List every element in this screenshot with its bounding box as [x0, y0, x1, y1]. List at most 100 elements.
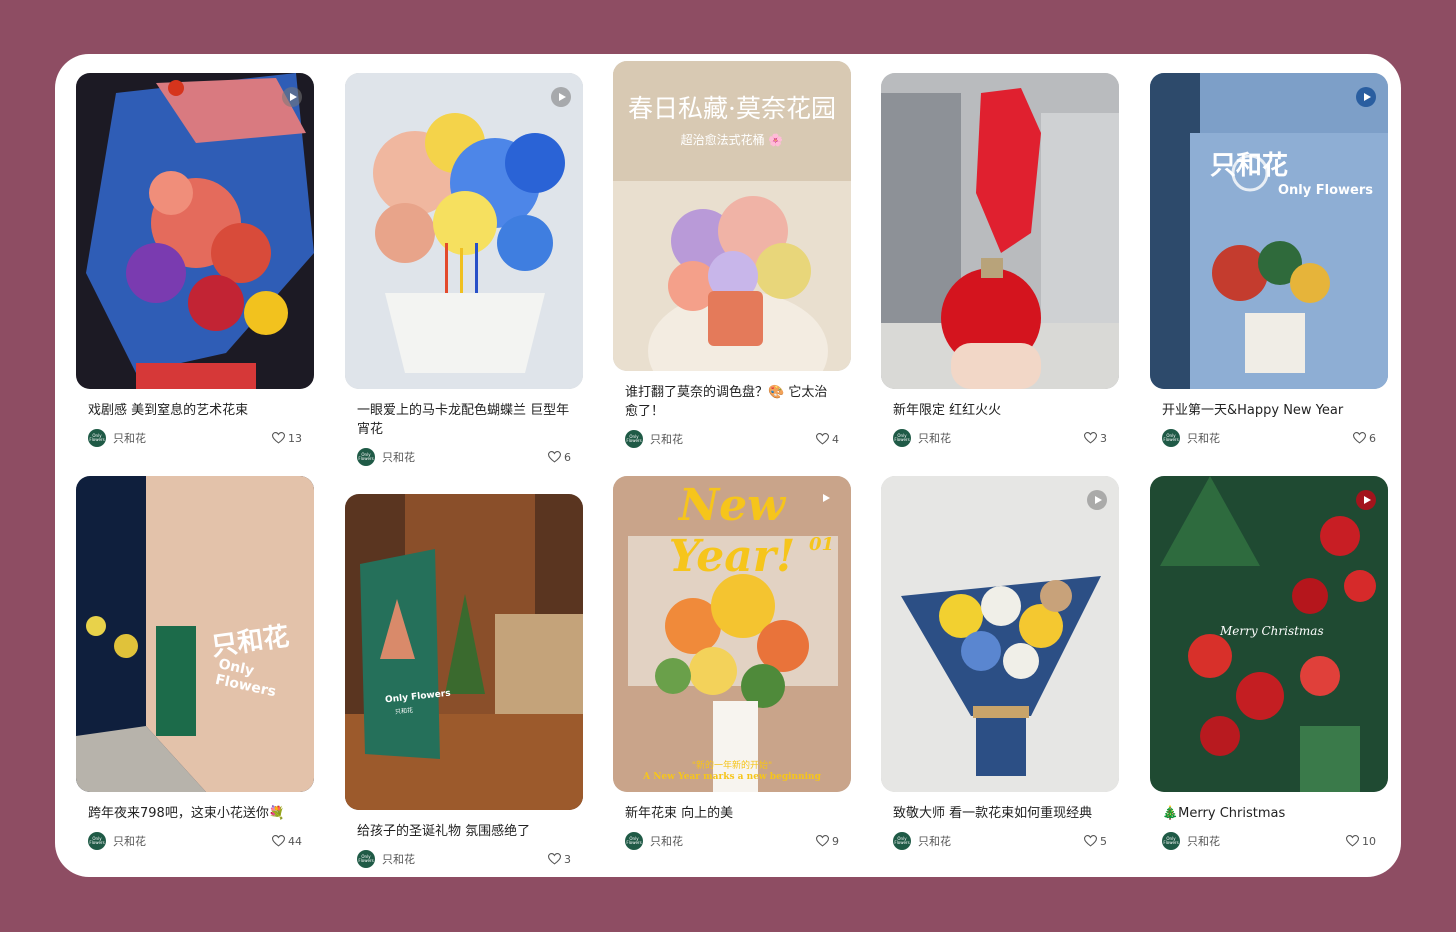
post-thumbnail[interactable]: [881, 73, 1119, 389]
post-card[interactable]: 只和花 Only Flowers 跨年夜来798吧，这束小花送你💐 Only F…: [76, 476, 314, 851]
heart-icon: [1084, 835, 1097, 847]
author-info[interactable]: Only Flowers 只和花: [625, 832, 683, 850]
post-thumbnail[interactable]: New Year! 01 "新的一年新的开始" A New Year marks…: [613, 476, 851, 792]
like-button[interactable]: 3: [548, 853, 571, 866]
author-info[interactable]: Only Flowers 只和花: [893, 429, 951, 447]
like-count: 13: [288, 431, 302, 445]
like-button[interactable]: 44: [272, 835, 302, 848]
like-count: 9: [832, 834, 839, 848]
post-card[interactable]: 只和花 Only Flowers 开业第一天&Happy New Year On…: [1150, 73, 1388, 448]
author-info[interactable]: Only Flowers 只和花: [88, 429, 146, 447]
author-info[interactable]: Only Flowers 只和花: [1162, 832, 1220, 850]
post-meta: Only Flowers 只和花 6: [1150, 428, 1388, 448]
author-name: 只和花: [382, 451, 415, 464]
author-avatar: Only Flowers: [88, 429, 106, 447]
author-avatar: Only Flowers: [1162, 429, 1180, 447]
post-title[interactable]: 开业第一天&Happy New Year: [1150, 401, 1388, 420]
post-overlay-subtitle: Only Flowers: [1278, 183, 1374, 198]
post-thumbnail[interactable]: 只和花 Only Flowers: [1150, 73, 1388, 389]
post-title[interactable]: 给孩子的圣诞礼物 氛围感绝了: [345, 822, 583, 841]
heart-icon: [1084, 432, 1097, 444]
author-avatar: Only Flowers: [1162, 832, 1180, 850]
gallery-frame: 戏剧感 美到窒息的艺术花束 Only Flowers 只和花 13 一眼爱上的马…: [55, 54, 1401, 877]
author-avatar: Only Flowers: [893, 832, 911, 850]
post-meta: Only Flowers 只和花 3: [881, 428, 1119, 448]
post-title[interactable]: 致敬大师 看一款花束如何重现经典: [881, 804, 1119, 823]
post-thumbnail[interactable]: Merry Christmas: [1150, 476, 1388, 792]
post-meta: Only Flowers 只和花 3: [345, 849, 583, 869]
author-name: 只和花: [650, 433, 683, 446]
post-meta: Only Flowers 只和花 5: [881, 831, 1119, 851]
post-meta: Only Flowers 只和花 9: [613, 831, 851, 851]
like-count: 6: [564, 450, 571, 464]
post-overlay-caption-en: A New Year marks a new beginning: [643, 772, 821, 782]
post-thumbnail[interactable]: Only Flowers 只和花: [345, 494, 583, 810]
post-meta: Only Flowers 只和花 44: [76, 831, 314, 851]
heart-icon: [548, 451, 561, 463]
video-play-icon: [282, 87, 302, 107]
post-overlay-subtitle: 超治愈法式花桶 🌸: [680, 133, 784, 147]
post-title[interactable]: 一眼爱上的马卡龙配色蝴蝶兰 巨型年宵花: [345, 401, 583, 439]
author-avatar: Only Flowers: [625, 430, 643, 448]
like-button[interactable]: 4: [816, 433, 839, 446]
like-button[interactable]: 6: [1353, 432, 1376, 445]
post-card[interactable]: 春日私藏·莫奈花园 超治愈法式花桶 🌸 谁打翻了莫奈的调色盘？🎨 它太治愈了！ …: [613, 61, 851, 449]
post-card[interactable]: 一眼爱上的马卡龙配色蝴蝶兰 巨型年宵花 Only Flowers 只和花 6: [345, 73, 583, 467]
like-count: 4: [832, 432, 839, 446]
like-button[interactable]: 9: [816, 835, 839, 848]
video-play-icon: [1356, 87, 1376, 107]
post-title[interactable]: 谁打翻了莫奈的调色盘？🎨 它太治愈了！: [613, 383, 851, 421]
post-title[interactable]: 跨年夜来798吧，这束小花送你💐: [76, 804, 314, 823]
post-thumbnail[interactable]: 只和花 Only Flowers: [76, 476, 314, 792]
like-count: 44: [288, 834, 302, 848]
heart-icon: [272, 432, 285, 444]
post-thumbnail[interactable]: [345, 73, 583, 389]
author-info[interactable]: Only Flowers 只和花: [357, 448, 415, 466]
heart-icon: [1346, 835, 1359, 847]
author-info[interactable]: Only Flowers 只和花: [357, 850, 415, 868]
author-avatar: Only Flowers: [625, 832, 643, 850]
like-button[interactable]: 10: [1346, 835, 1376, 848]
post-overlay-title: 春日私藏·莫奈花园: [628, 94, 836, 123]
author-name: 只和花: [1187, 432, 1220, 445]
post-overlay-subtitle: 只和花: [394, 707, 414, 716]
post-card[interactable]: New Year! 01 "新的一年新的开始" A New Year marks…: [613, 476, 851, 851]
post-card[interactable]: Only Flowers 只和花 给孩子的圣诞礼物 氛围感绝了 Only Flo…: [345, 494, 583, 869]
post-thumbnail[interactable]: 春日私藏·莫奈花园 超治愈法式花桶 🌸: [613, 61, 851, 371]
post-overlay-caption: "新的一年新的开始": [691, 761, 773, 771]
like-count: 5: [1100, 834, 1107, 848]
author-info[interactable]: Only Flowers 只和花: [893, 832, 951, 850]
like-count: 10: [1362, 834, 1376, 848]
post-title[interactable]: 新年限定 红红火火: [881, 401, 1119, 420]
author-name: 只和花: [382, 853, 415, 866]
post-title[interactable]: 戏剧感 美到窒息的艺术花束: [76, 401, 314, 420]
author-avatar: Only Flowers: [357, 850, 375, 868]
author-info[interactable]: Only Flowers 只和花: [1162, 429, 1220, 447]
post-title[interactable]: 新年花束 向上的美: [613, 804, 851, 823]
post-card[interactable]: 新年限定 红红火火 Only Flowers 只和花 3: [881, 73, 1119, 448]
post-meta: Only Flowers 只和花 13: [76, 428, 314, 448]
post-thumbnail[interactable]: [76, 73, 314, 389]
author-name: 只和花: [113, 432, 146, 445]
author-info[interactable]: Only Flowers 只和花: [88, 832, 146, 850]
author-info[interactable]: Only Flowers 只和花: [625, 430, 683, 448]
post-card[interactable]: 戏剧感 美到窒息的艺术花束 Only Flowers 只和花 13: [76, 73, 314, 448]
heart-icon: [548, 853, 561, 865]
author-avatar: Only Flowers: [893, 429, 911, 447]
post-card[interactable]: 致敬大师 看一款花束如何重现经典 Only Flowers 只和花 5: [881, 476, 1119, 851]
author-name: 只和花: [918, 432, 951, 445]
post-overlay-title: 只和花: [1210, 151, 1289, 181]
author-avatar: Only Flowers: [88, 832, 106, 850]
post-thumbnail[interactable]: [881, 476, 1119, 792]
video-play-icon: [815, 488, 835, 508]
author-name: 只和花: [113, 835, 146, 848]
like-button[interactable]: 13: [272, 432, 302, 445]
heart-icon: [816, 835, 829, 847]
post-card[interactable]: Merry Christmas 🎄Merry Christmas Only Fl…: [1150, 476, 1388, 851]
post-title[interactable]: 🎄Merry Christmas: [1150, 804, 1388, 823]
like-button[interactable]: 6: [548, 451, 571, 464]
like-button[interactable]: 3: [1084, 432, 1107, 445]
like-button[interactable]: 5: [1084, 835, 1107, 848]
like-count: 6: [1369, 431, 1376, 445]
post-meta: Only Flowers 只和花 10: [1150, 831, 1388, 851]
